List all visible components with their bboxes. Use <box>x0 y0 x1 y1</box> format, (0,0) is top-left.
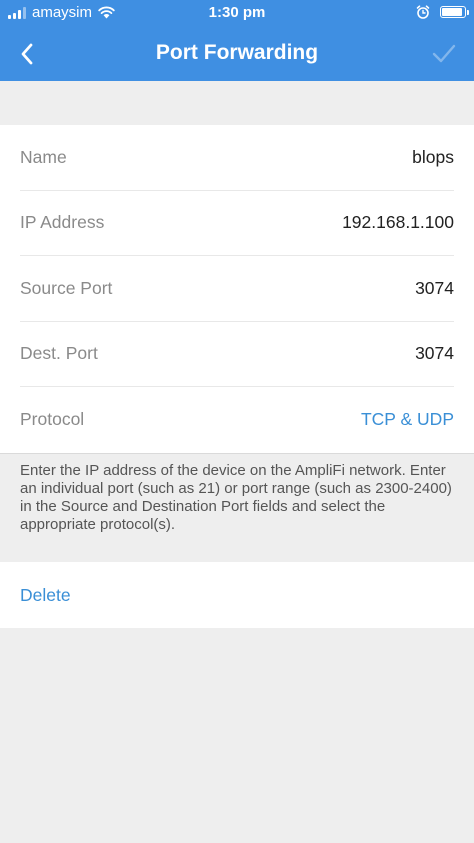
alarm-icon <box>416 5 430 19</box>
ip-address-row[interactable]: IP Address 192.168.1.100 <box>20 191 454 256</box>
page-title: Port Forwarding <box>155 41 319 64</box>
delete-button[interactable]: Delete <box>20 585 71 606</box>
save-button[interactable] <box>426 37 462 71</box>
status-time: 1:30 pm <box>208 4 266 21</box>
port-forwarding-form: Name blops IP Address 192.168.1.100 Sour… <box>0 125 474 453</box>
status-right <box>416 5 469 19</box>
name-label: Name <box>20 146 67 167</box>
help-text: Enter the IP address of the device on th… <box>0 453 474 562</box>
delete-section: Delete <box>0 562 474 628</box>
protocol-label: Protocol <box>20 409 85 430</box>
ip-address-value[interactable]: 192.168.1.100 <box>342 212 454 233</box>
header-spacer <box>0 81 474 125</box>
source-port-row[interactable]: Source Port 3074 <box>20 256 454 322</box>
navigation-bar: Port Forwarding <box>0 27 474 81</box>
top-bar: amaysim 1:30 pm Port Forwarding <box>0 0 474 81</box>
checkmark-icon <box>432 44 456 63</box>
name-value[interactable]: blops <box>412 147 454 168</box>
dest-port-row[interactable]: Dest. Port 3074 <box>20 322 454 387</box>
protocol-row[interactable]: Protocol TCP & UDP <box>20 387 454 453</box>
dest-port-label: Dest. Port <box>20 343 98 364</box>
source-port-label: Source Port <box>20 277 113 298</box>
bottom-background <box>0 628 474 843</box>
name-row[interactable]: Name blops <box>20 125 454 191</box>
ip-address-label: IP Address <box>20 212 105 233</box>
battery-icon <box>440 6 469 18</box>
status-bar: amaysim 1:30 pm <box>0 0 474 27</box>
protocol-selector[interactable]: TCP & UDP <box>361 409 454 430</box>
source-port-value[interactable]: 3074 <box>415 278 454 299</box>
dest-port-value[interactable]: 3074 <box>415 343 454 364</box>
